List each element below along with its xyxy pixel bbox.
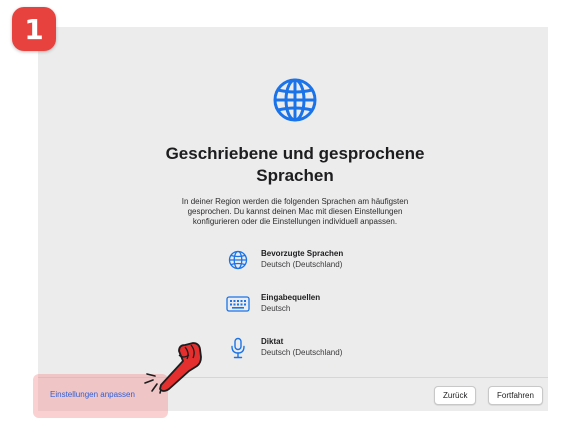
setting-item-preferred-languages: Bevorzugte Sprachen Deutsch (Deutschland… <box>225 248 405 272</box>
setting-item-input-sources: Eingabequellen Deutsch <box>225 292 405 316</box>
title-line: Geschriebene und gesprochene <box>165 144 425 163</box>
title-line: Sprachen <box>256 166 334 185</box>
setting-item-subtitle: Deutsch <box>261 304 291 313</box>
microphone-icon <box>225 337 251 359</box>
keyboard-icon <box>225 293 251 315</box>
setting-item-title: Diktat <box>261 337 284 346</box>
back-button[interactable]: Zurück <box>434 386 477 405</box>
description-line: konfigurieren oder die Einstellungen ind… <box>192 217 398 226</box>
description-line: gesprochen. Du kannst deinen Mac mit die… <box>187 207 403 216</box>
page-description: In deiner Region werden die folgenden Sp… <box>158 197 432 227</box>
page-title: Geschriebene und gesprochene Sprachen <box>130 143 460 187</box>
setting-item-subtitle: Deutsch (Deutschland) <box>261 260 343 269</box>
globe-icon <box>225 249 251 271</box>
setting-item-title: Bevorzugte Sprachen <box>261 249 344 258</box>
description-line: In deiner Region werden die folgenden Sp… <box>181 197 409 206</box>
pointing-hand-icon <box>144 342 202 394</box>
step-number-badge: 1 <box>12 7 56 51</box>
globe-icon <box>273 78 317 122</box>
continue-button[interactable]: Fortfahren <box>488 386 543 405</box>
customize-settings-link[interactable]: Einstellungen anpassen <box>50 390 135 399</box>
setting-item-subtitle: Deutsch (Deutschland) <box>261 348 343 357</box>
setting-item-dictation: Diktat Deutsch (Deutschland) <box>225 336 405 360</box>
setting-item-title: Eingabequellen <box>261 293 321 302</box>
